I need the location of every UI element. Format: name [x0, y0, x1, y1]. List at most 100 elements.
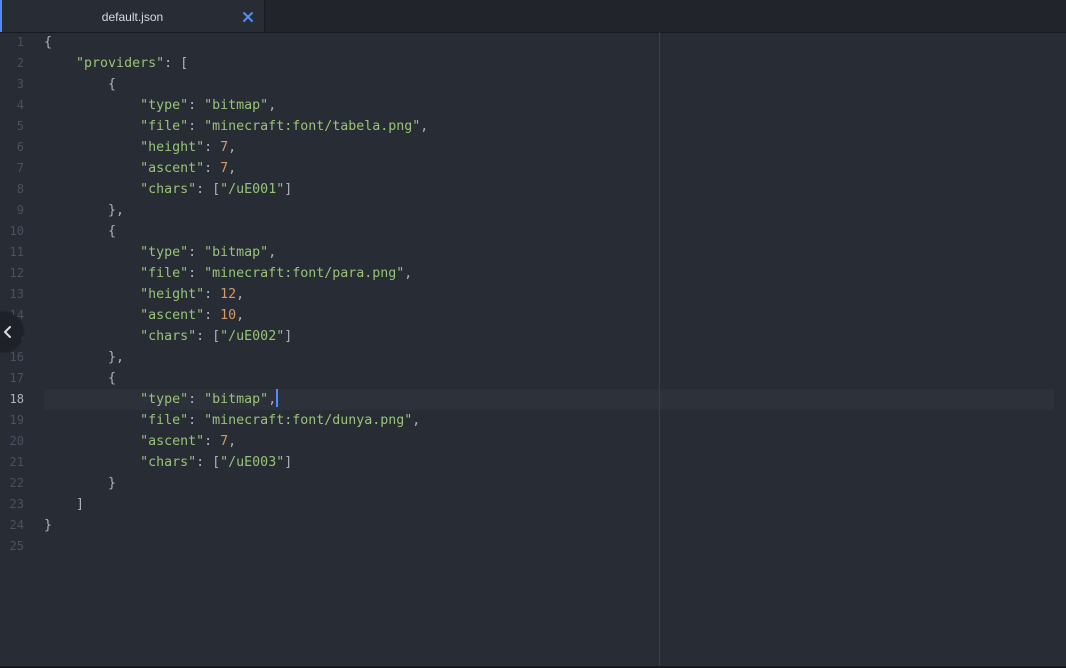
line-number[interactable]: 6 [0, 137, 24, 158]
punctuation-token: } [44, 476, 117, 491]
punctuation-token: { [44, 224, 117, 239]
line-number[interactable]: 24 [0, 515, 24, 536]
text-cursor [276, 389, 279, 407]
code-line[interactable]: } [44, 473, 116, 494]
code-line[interactable]: { [44, 221, 116, 242]
string-token: "type" [140, 392, 189, 407]
code-line[interactable]: } [44, 515, 52, 536]
punctuation-token: , [228, 434, 237, 449]
string-token: "chars" [140, 329, 197, 344]
tab-title: default.json [101, 10, 164, 24]
code-line[interactable]: "providers": [ [44, 53, 188, 74]
punctuation-token [44, 434, 140, 449]
line-number[interactable]: 25 [0, 536, 24, 557]
code-line[interactable]: ] [44, 494, 84, 515]
code-editor[interactable]: 1234567891011121314151617181920212223242… [0, 32, 1066, 668]
line-number[interactable]: 12 [0, 263, 24, 284]
line-number[interactable]: 8 [0, 179, 24, 200]
line-number[interactable]: 5 [0, 116, 24, 137]
number-token: 7 [220, 434, 229, 449]
code-line[interactable]: "height": 7, [44, 137, 236, 158]
line-number[interactable]: 20 [0, 431, 24, 452]
punctuation-token: : [204, 140, 221, 155]
code-line[interactable]: "ascent": 10, [44, 305, 244, 326]
line-number[interactable]: 11 [0, 242, 24, 263]
code-line[interactable]: { [44, 32, 52, 53]
punctuation-token: , [268, 245, 277, 260]
punctuation-token: { [44, 371, 117, 386]
string-token: "bitmap" [204, 245, 269, 260]
punctuation-token [44, 140, 140, 155]
punctuation-token: : [188, 119, 205, 134]
punctuation-token: ] [284, 329, 293, 344]
number-token: 12 [220, 287, 237, 302]
line-number[interactable]: 17 [0, 368, 24, 389]
string-token: "height" [140, 287, 205, 302]
punctuation-token [44, 266, 140, 281]
punctuation-token: { [44, 77, 117, 92]
punctuation-token [44, 98, 140, 113]
line-number[interactable]: 19 [0, 410, 24, 431]
punctuation-token: , [236, 308, 245, 323]
punctuation-token: { [44, 35, 53, 50]
string-token: "file" [140, 413, 189, 428]
line-number[interactable]: 22 [0, 473, 24, 494]
line-number[interactable]: 18 [0, 389, 24, 410]
code-line[interactable]: "chars": ["/uE003"] [44, 452, 292, 473]
string-token: "file" [140, 266, 189, 281]
punctuation-token: , [404, 266, 413, 281]
code-line[interactable]: "chars": ["/uE001"] [44, 179, 292, 200]
punctuation-token: : [188, 98, 205, 113]
punctuation-token: : [204, 434, 221, 449]
string-token: "ascent" [140, 308, 205, 323]
string-token: "/uE003" [220, 455, 285, 470]
code-line[interactable]: }, [44, 200, 124, 221]
line-number[interactable]: 9 [0, 200, 24, 221]
close-icon[interactable] [240, 9, 256, 25]
code-line[interactable]: { [44, 368, 116, 389]
line-number[interactable]: 1 [0, 32, 24, 53]
string-token: "minecraft:font/dunya.png" [204, 413, 413, 428]
punctuation-token [44, 413, 140, 428]
code-area[interactable]: { "providers": [ { "type": "bitmap", "fi… [44, 32, 1054, 668]
line-number[interactable]: 13 [0, 284, 24, 305]
code-line[interactable]: "file": "minecraft:font/tabela.png", [44, 116, 428, 137]
code-line[interactable]: "height": 12, [44, 284, 244, 305]
punctuation-token [44, 245, 140, 260]
code-line[interactable]: "type": "bitmap", [44, 242, 276, 263]
tab-bar: default.json [0, 0, 1066, 33]
punctuation-token: : [188, 392, 205, 407]
code-line[interactable]: "ascent": 7, [44, 158, 236, 179]
line-number[interactable]: 23 [0, 494, 24, 515]
line-number[interactable]: 4 [0, 95, 24, 116]
tab-default-json[interactable]: default.json [0, 0, 265, 32]
code-line[interactable]: "chars": ["/uE002"] [44, 326, 292, 347]
line-number[interactable]: 2 [0, 53, 24, 74]
code-line[interactable]: }, [44, 347, 124, 368]
punctuation-token [44, 308, 140, 323]
punctuation-token: : [204, 308, 221, 323]
line-number[interactable]: 3 [0, 74, 24, 95]
number-token: 7 [220, 161, 229, 176]
punctuation-token: : [ [196, 455, 221, 470]
code-line[interactable]: "type": "bitmap", [44, 389, 279, 410]
string-token: "/uE001" [220, 182, 285, 197]
string-token: "type" [140, 98, 189, 113]
code-line[interactable]: "file": "minecraft:font/para.png", [44, 263, 412, 284]
punctuation-token: } [44, 518, 53, 533]
code-line[interactable]: "type": "bitmap", [44, 95, 276, 116]
string-token: "minecraft:font/para.png" [204, 266, 405, 281]
punctuation-token: : [ [196, 182, 221, 197]
punctuation-token: , [228, 161, 237, 176]
code-line[interactable]: { [44, 74, 116, 95]
code-line[interactable]: "file": "minecraft:font/dunya.png", [44, 410, 420, 431]
code-line[interactable]: "ascent": 7, [44, 431, 236, 452]
line-number[interactable]: 7 [0, 158, 24, 179]
line-number[interactable]: 10 [0, 221, 24, 242]
punctuation-token: : [204, 161, 221, 176]
punctuation-token: ] [284, 182, 293, 197]
punctuation-token: : [ [196, 329, 221, 344]
line-number[interactable]: 21 [0, 452, 24, 473]
punctuation-token: ] [284, 455, 293, 470]
punctuation-token: , [236, 287, 245, 302]
